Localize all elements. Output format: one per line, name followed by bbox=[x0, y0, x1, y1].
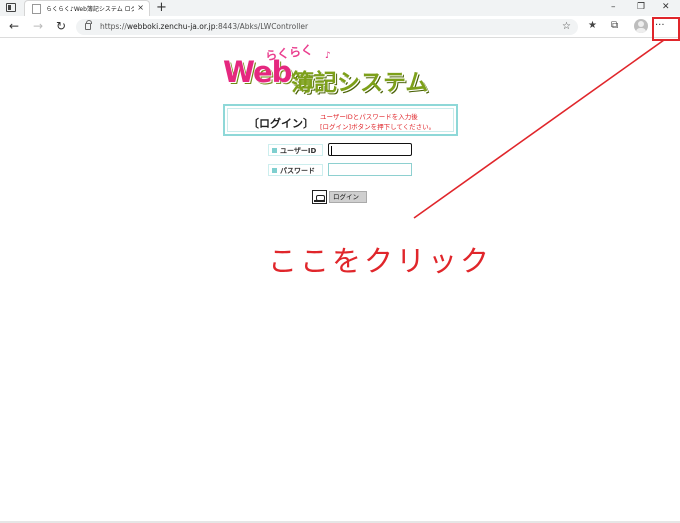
collections-icon[interactable]: ⧉ bbox=[611, 20, 618, 32]
tab-close-icon[interactable]: × bbox=[137, 3, 144, 13]
close-window-icon[interactable]: ✕ bbox=[662, 1, 670, 13]
tab-title: らくらく♪Web簿記システム ログイン bbox=[46, 6, 134, 13]
logo-system-name: 簿記システム bbox=[291, 70, 429, 96]
user-id-label: ユーザーID bbox=[268, 144, 323, 156]
instruction-line-1: ユーザーIDとパスワードを入力後 bbox=[320, 113, 418, 121]
label-square-icon bbox=[272, 148, 277, 153]
tab-active[interactable]: らくらく♪Web簿記システム ログイン × bbox=[24, 0, 150, 16]
music-note-icon: ♪ bbox=[325, 51, 331, 61]
password-label: パスワード bbox=[268, 164, 323, 176]
url-host: webboki.zenchu-ja.or.jp bbox=[126, 22, 216, 31]
forward-icon[interactable]: → bbox=[33, 18, 43, 34]
password-input[interactable] bbox=[328, 163, 412, 176]
tab-strip: らくらく♪Web簿記システム ログイン × + – ❐ ✕ bbox=[0, 0, 680, 16]
address-bar[interactable]: https://webboki.zenchu-ja.or.jp:8443/Abk… bbox=[76, 19, 578, 35]
login-header-box: 〔ログイン〕 ユーザーIDとパスワードを入力後 [ログイン]ボタンを押下してくだ… bbox=[223, 104, 458, 136]
login-title: 〔ログイン〕 bbox=[248, 117, 314, 130]
annotation-text: ここをクリック bbox=[268, 244, 493, 278]
text-caret bbox=[331, 146, 332, 155]
password-label-text: パスワード bbox=[280, 167, 315, 175]
refresh-icon[interactable]: ↻ bbox=[56, 18, 66, 34]
minimize-icon[interactable]: – bbox=[611, 1, 616, 13]
annotation-highlight-box bbox=[652, 17, 680, 41]
tab-actions-icon[interactable] bbox=[6, 3, 16, 12]
site-logo: らくらく ♪ Web 簿記システム bbox=[221, 43, 461, 96]
label-square-icon bbox=[272, 168, 277, 173]
browser-window: らくらく♪Web簿記システム ログイン × + – ❐ ✕ ← → ↻ http… bbox=[0, 0, 680, 523]
login-button[interactable]: ログイン bbox=[312, 190, 368, 204]
url-text[interactable]: https://webboki.zenchu-ja.or.jp:8443/Abk… bbox=[100, 22, 308, 31]
browser-toolbar: ← → ↻ https://webboki.zenchu-ja.or.jp:84… bbox=[0, 16, 680, 38]
lock-icon[interactable] bbox=[85, 20, 92, 30]
user-id-label-text: ユーザーID bbox=[280, 147, 317, 155]
favorites-icon[interactable]: ★ bbox=[588, 20, 597, 32]
login-header-inner: 〔ログイン〕 ユーザーIDとパスワードを入力後 [ログイン]ボタンを押下してくだ… bbox=[227, 108, 454, 132]
login-instructions: ユーザーIDとパスワードを入力後 [ログイン]ボタンを押下してください。 bbox=[320, 112, 435, 132]
instruction-line-2: [ログイン]ボタンを押下してください。 bbox=[320, 123, 436, 131]
url-prefix: https:// bbox=[100, 22, 127, 31]
new-tab-button[interactable]: + bbox=[156, 0, 167, 16]
back-icon[interactable]: ← bbox=[9, 18, 19, 34]
logo-web: Web bbox=[223, 55, 292, 89]
favorites-add-icon[interactable]: ☆ bbox=[562, 21, 571, 33]
restore-icon[interactable]: ❐ bbox=[637, 1, 645, 13]
login-button-label[interactable]: ログイン bbox=[329, 191, 367, 203]
profile-avatar[interactable] bbox=[634, 19, 648, 33]
url-path: :8443/Abks/LWController bbox=[215, 22, 309, 31]
login-key-icon[interactable] bbox=[312, 190, 327, 204]
user-id-input[interactable] bbox=[328, 143, 412, 156]
page-favicon-icon bbox=[32, 4, 41, 14]
